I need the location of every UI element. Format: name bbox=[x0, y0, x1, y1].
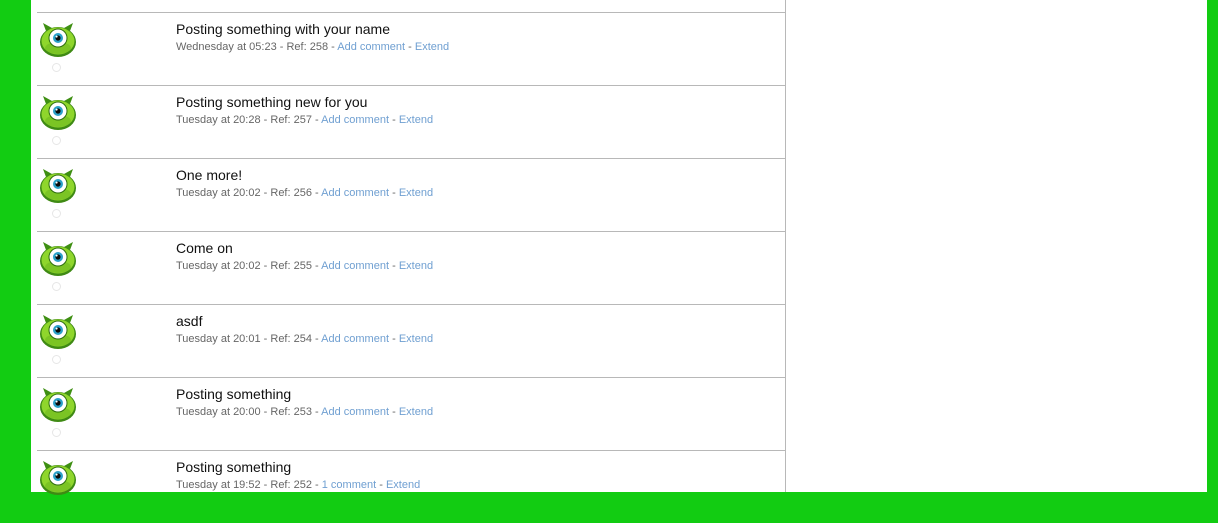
monster-avatar-icon[interactable] bbox=[39, 241, 77, 277]
meta-separator: - bbox=[392, 260, 396, 272]
status-dot-icon bbox=[52, 355, 61, 364]
post-meta: Tuesday at 20:02 - Ref: 255 - Add commen… bbox=[176, 260, 433, 272]
monster-avatar-icon[interactable] bbox=[39, 387, 77, 423]
status-dot-icon bbox=[52, 63, 61, 72]
add-comment-link[interactable]: Add comment bbox=[321, 114, 389, 126]
post-meta: Tuesday at 20:00 - Ref: 253 - Add commen… bbox=[176, 406, 433, 418]
post-meta-text: Tuesday at 20:00 - Ref: 253 - bbox=[176, 406, 319, 418]
post-title: Posting something bbox=[176, 386, 292, 402]
add-comment-link[interactable]: Add comment bbox=[337, 41, 405, 53]
extend-link[interactable]: Extend bbox=[415, 41, 449, 53]
post-title: Posting something new for you bbox=[176, 94, 368, 110]
post-meta: Tuesday at 20:01 - Ref: 254 - Add commen… bbox=[176, 333, 433, 345]
post-item: Posting something new for you Tuesday at… bbox=[37, 85, 785, 158]
post-item: asdf Tuesday at 20:01 - Ref: 254 - Add c… bbox=[37, 304, 785, 377]
post-meta-text: Tuesday at 20:02 - Ref: 255 - bbox=[176, 260, 319, 272]
add-comment-link[interactable]: Add comment bbox=[321, 187, 389, 199]
add-comment-link[interactable]: Add comment bbox=[321, 260, 389, 272]
post-meta-text: Tuesday at 20:01 - Ref: 254 - bbox=[176, 333, 319, 345]
post-title: Posting something bbox=[176, 459, 292, 475]
meta-separator: - bbox=[379, 479, 383, 491]
post-item: Come on Tuesday at 20:02 - Ref: 255 - Ad… bbox=[37, 231, 785, 304]
post-item: Posting something Tuesday at 19:52 - Ref… bbox=[37, 450, 785, 523]
monster-avatar-icon[interactable] bbox=[39, 95, 77, 131]
post-title: Come on bbox=[176, 240, 233, 256]
post-title: asdf bbox=[176, 313, 203, 329]
extend-link[interactable]: Extend bbox=[399, 406, 433, 418]
meta-separator: - bbox=[392, 187, 396, 199]
post-item: One more! Tuesday at 20:02 - Ref: 256 - … bbox=[37, 158, 785, 231]
status-dot-icon bbox=[52, 209, 61, 218]
post-meta-text: Tuesday at 20:02 - Ref: 256 - bbox=[176, 187, 319, 199]
extend-link[interactable]: Extend bbox=[399, 187, 433, 199]
post-meta-text: Tuesday at 20:28 - Ref: 257 - bbox=[176, 114, 319, 126]
monster-avatar-icon[interactable] bbox=[39, 314, 77, 350]
meta-separator: - bbox=[408, 41, 412, 53]
extend-link[interactable]: Extend bbox=[399, 333, 433, 345]
post-meta: Tuesday at 20:02 - Ref: 256 - Add commen… bbox=[176, 187, 433, 199]
status-dot-icon bbox=[52, 282, 61, 291]
extend-link[interactable]: Extend bbox=[399, 260, 433, 272]
status-dot-icon bbox=[52, 428, 61, 437]
page-content: Posting something with your name Wednesd… bbox=[31, 0, 1207, 495]
post-meta: Tuesday at 19:52 - Ref: 252 - 1 comment … bbox=[176, 479, 420, 491]
post-title: Posting something with your name bbox=[176, 21, 390, 37]
add-comment-link[interactable]: Add comment bbox=[321, 333, 389, 345]
extend-link[interactable]: Extend bbox=[399, 114, 433, 126]
post-meta: Wednesday at 05:23 - Ref: 258 - Add comm… bbox=[176, 41, 449, 53]
meta-separator: - bbox=[392, 114, 396, 126]
add-comment-link[interactable]: Add comment bbox=[321, 406, 389, 418]
post-title: One more! bbox=[176, 167, 243, 183]
monster-avatar-icon[interactable] bbox=[39, 168, 77, 204]
post-item: Posting something Tuesday at 20:00 - Ref… bbox=[37, 377, 785, 450]
monster-avatar-icon[interactable] bbox=[39, 22, 77, 58]
meta-separator: - bbox=[392, 333, 396, 345]
post-meta-text: Tuesday at 19:52 - Ref: 252 - bbox=[176, 479, 319, 491]
meta-separator: - bbox=[392, 406, 396, 418]
comments-link[interactable]: 1 comment bbox=[322, 479, 376, 491]
post-meta-text: Wednesday at 05:23 - Ref: 258 - bbox=[176, 41, 335, 53]
extend-link[interactable]: Extend bbox=[386, 479, 420, 491]
post-meta: Tuesday at 20:28 - Ref: 257 - Add commen… bbox=[176, 114, 433, 126]
status-dot-icon bbox=[52, 136, 61, 145]
post-feed: Posting something with your name Wednesd… bbox=[37, 0, 786, 495]
monster-avatar-icon[interactable] bbox=[39, 460, 77, 496]
post-item: Posting something with your name Wednesd… bbox=[37, 12, 785, 85]
